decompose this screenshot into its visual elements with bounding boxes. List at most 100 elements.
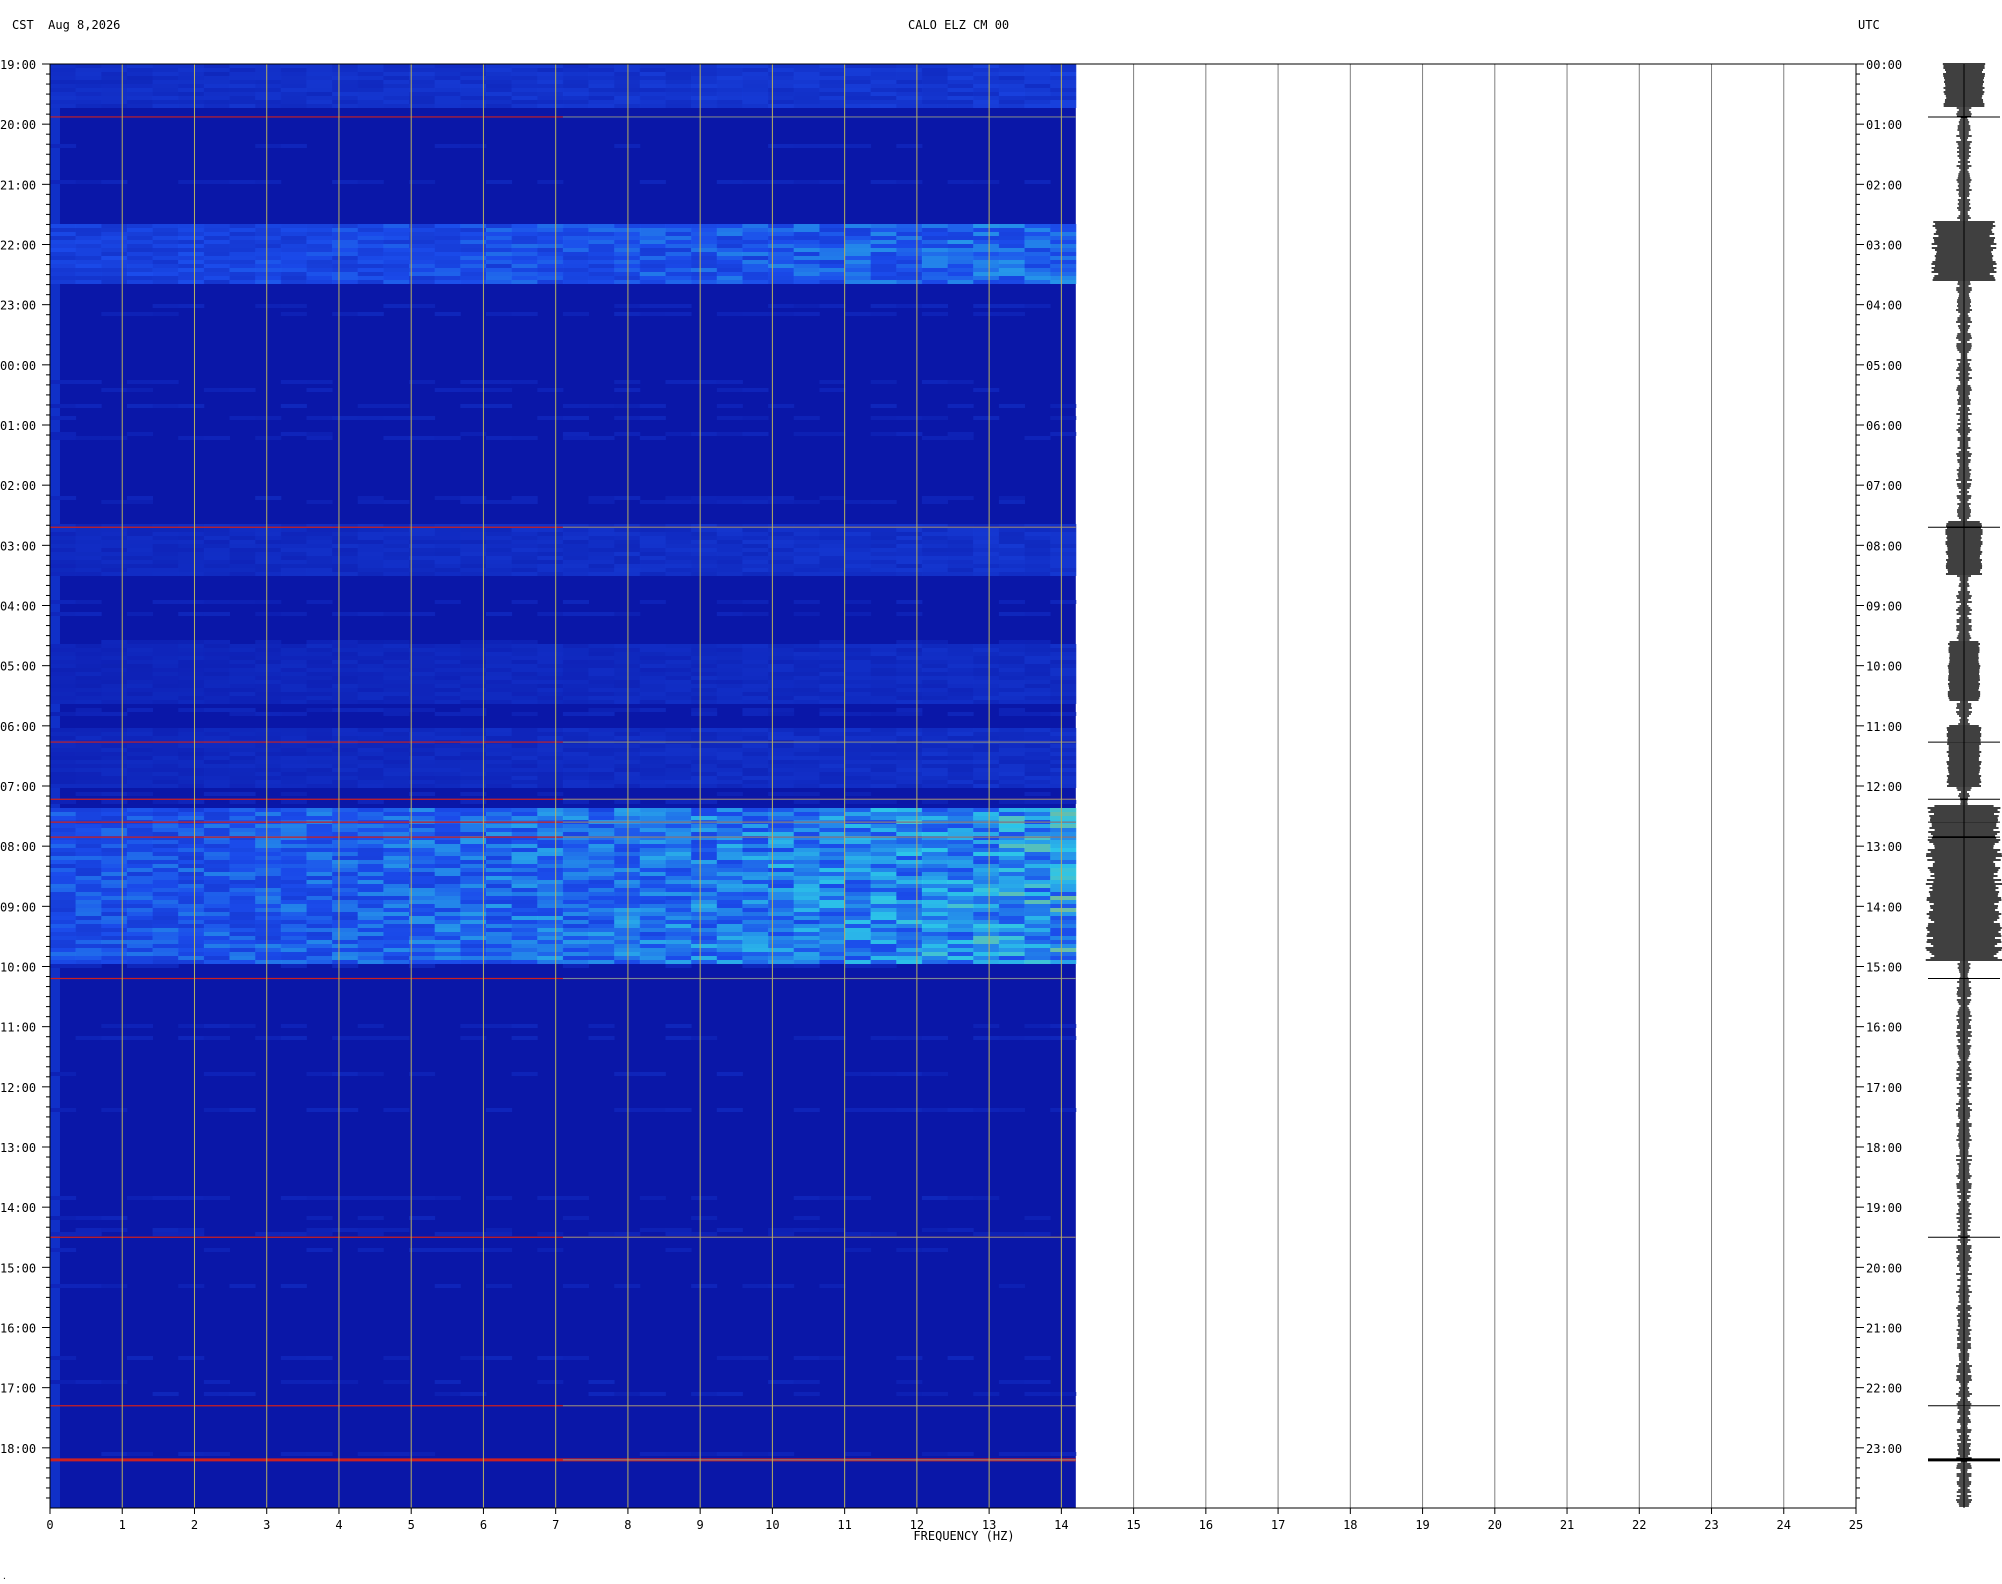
heatmap-cell xyxy=(691,860,718,864)
heatmap-cell xyxy=(562,416,589,420)
heatmap-cell xyxy=(973,776,1000,780)
heatmap-cell xyxy=(409,280,436,284)
heatmap-cell xyxy=(896,560,923,564)
heatmap-cell xyxy=(588,1380,615,1384)
heatmap-cell xyxy=(434,892,461,896)
heatmap-cell xyxy=(280,1452,307,1456)
heatmap-cell xyxy=(280,528,307,532)
heatmap-cell xyxy=(357,896,384,900)
heatmap-cell xyxy=(486,848,513,852)
heatmap-cell xyxy=(332,1196,359,1200)
heatmap-cell xyxy=(101,656,128,660)
heatmap-cell xyxy=(665,856,692,860)
heatmap-cell xyxy=(357,940,384,944)
heatmap-cell xyxy=(229,876,256,880)
heatmap-cell xyxy=(75,1216,102,1220)
heatmap-cell xyxy=(126,748,153,752)
heatmap-cell xyxy=(691,660,718,664)
heatmap-cell xyxy=(639,1452,666,1456)
heatmap-cell xyxy=(1050,688,1077,692)
heatmap-cell xyxy=(537,688,564,692)
heatmap-cell xyxy=(511,888,538,892)
heatmap-cell xyxy=(819,224,846,228)
heatmap-cell xyxy=(75,436,102,440)
heatmap-cell xyxy=(460,892,487,896)
heatmap-cell xyxy=(537,68,564,72)
heatmap-cell xyxy=(280,1232,307,1236)
heatmap-cell xyxy=(819,692,846,696)
heatmap-cell xyxy=(691,1196,718,1200)
heatmap-cell xyxy=(1024,884,1051,888)
heatmap-cell xyxy=(409,548,436,552)
heatmap-cell xyxy=(280,648,307,652)
heatmap-cell xyxy=(1050,80,1077,84)
heatmap-cell xyxy=(383,268,410,272)
heatmap-cell xyxy=(50,700,77,704)
heatmap-cell xyxy=(332,824,359,828)
heatmap-cell xyxy=(383,500,410,504)
heatmap-cell xyxy=(75,888,102,892)
heatmap-cell xyxy=(742,104,769,108)
heatmap-cell xyxy=(614,548,641,552)
heatmap-cell xyxy=(665,808,692,812)
heatmap-cell xyxy=(75,760,102,764)
heatmap-cell xyxy=(716,1228,743,1232)
heatmap-cell xyxy=(306,688,333,692)
heatmap-cell xyxy=(383,648,410,652)
heatmap-cell xyxy=(75,964,102,968)
heatmap-cell xyxy=(126,944,153,948)
heatmap-cell xyxy=(486,900,513,904)
heatmap-cell xyxy=(460,928,487,932)
heatmap-cell xyxy=(691,552,718,556)
heatmap-cell xyxy=(639,824,666,828)
heatmap-cell xyxy=(742,872,769,876)
heatmap-cell xyxy=(306,84,333,88)
heatmap-cell xyxy=(50,688,77,692)
heatmap-cell xyxy=(998,876,1025,880)
heatmap-cell xyxy=(460,940,487,944)
heatmap-cell xyxy=(306,812,333,816)
heatmap-cell xyxy=(793,240,820,244)
heatmap-cell xyxy=(819,940,846,944)
heatmap-cell xyxy=(306,648,333,652)
heatmap-cell xyxy=(434,728,461,732)
heatmap-cell xyxy=(973,960,1000,964)
heatmap-cell xyxy=(357,856,384,860)
heatmap-cell xyxy=(126,876,153,880)
heatmap-cell xyxy=(588,240,615,244)
heatmap-cell xyxy=(357,560,384,564)
heatmap-cell xyxy=(383,88,410,92)
heatmap-cell xyxy=(178,664,205,668)
heatmap-cell xyxy=(203,684,230,688)
heatmap-cell xyxy=(409,732,436,736)
heatmap-cell xyxy=(921,960,948,964)
heatmap-cell xyxy=(75,816,102,820)
heatmap-cell xyxy=(280,728,307,732)
heatmap-cell xyxy=(152,240,179,244)
heatmap-cell xyxy=(409,772,436,776)
heatmap-cell xyxy=(562,656,589,660)
heatmap-cell xyxy=(973,816,1000,820)
heatmap-cell xyxy=(203,928,230,932)
heatmap-cell xyxy=(152,1232,179,1236)
heatmap-cell xyxy=(716,380,743,384)
heatmap-cell xyxy=(716,920,743,924)
heatmap-cell xyxy=(460,784,487,788)
heatmap-cell xyxy=(357,776,384,780)
heatmap-cell xyxy=(101,564,128,568)
heatmap-cell xyxy=(152,96,179,100)
heatmap-cell xyxy=(665,680,692,684)
heatmap-cell xyxy=(178,872,205,876)
heatmap-cell xyxy=(306,1380,333,1384)
heatmap-cell xyxy=(255,848,282,852)
heatmap-cell xyxy=(203,892,230,896)
heatmap-cell xyxy=(562,964,589,968)
heatmap-cell xyxy=(486,744,513,748)
heatmap-cell xyxy=(1024,564,1051,568)
heatmap-cell xyxy=(101,812,128,816)
heatmap-cell xyxy=(973,272,1000,276)
heatmap-cell xyxy=(614,656,641,660)
heatmap-cell xyxy=(716,560,743,564)
heatmap-cell xyxy=(101,268,128,272)
heatmap-cell xyxy=(332,644,359,648)
